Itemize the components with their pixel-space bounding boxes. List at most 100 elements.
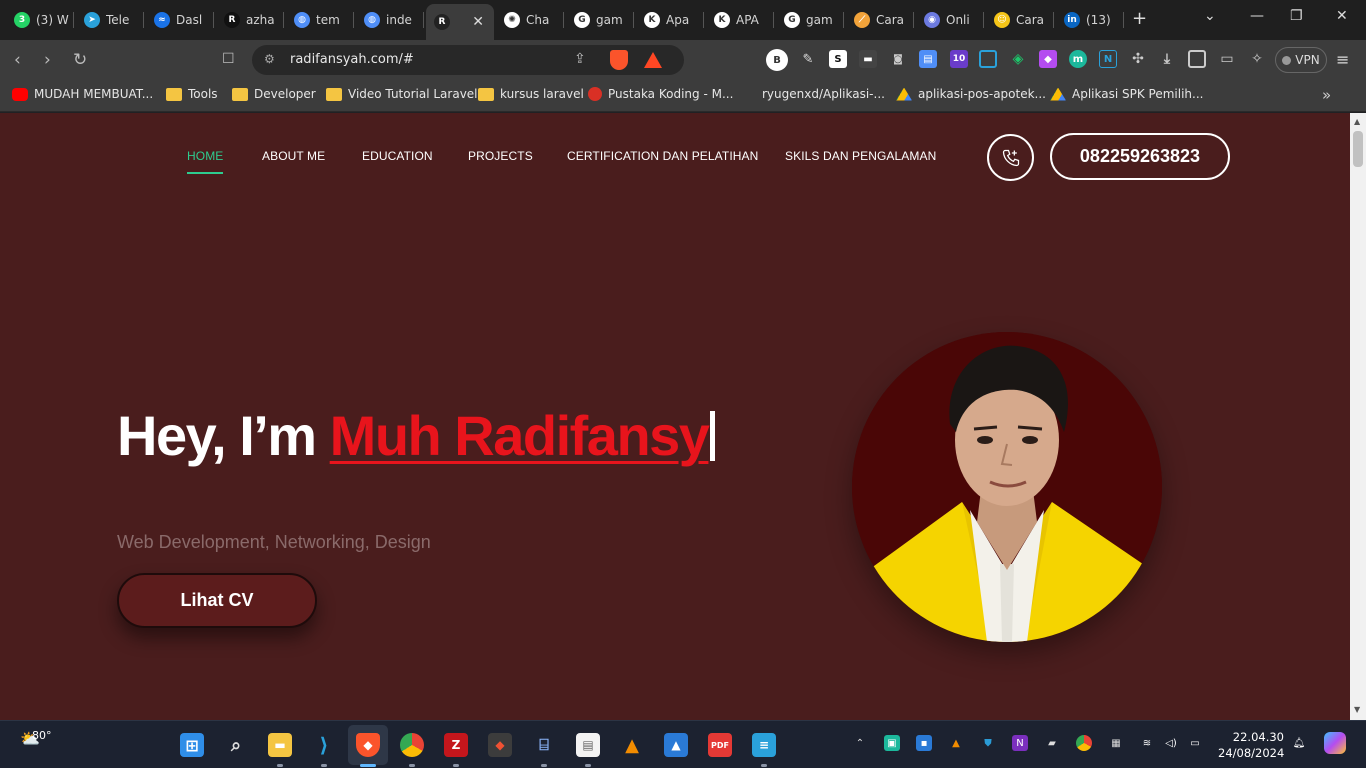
bookmark-item[interactable]: Tools [166, 87, 218, 101]
camera-extension-icon[interactable]: ◙ [889, 50, 907, 68]
share-icon[interactable]: ⇪ [574, 51, 586, 67]
leo-ai-icon[interactable]: ✧ [1248, 50, 1266, 68]
bookmark-item[interactable]: ryugenxd/Aplikasi-... [746, 87, 885, 101]
photos-icon[interactable]: ▲ [664, 733, 688, 757]
brave-rewards-icon[interactable] [644, 52, 662, 68]
scroll-down-arrow-icon[interactable]: ▼ [1354, 705, 1360, 714]
brave-browser-icon[interactable]: ◆ [356, 733, 380, 757]
browser-tab[interactable]: ⟋ Cara [846, 4, 914, 36]
more-bookmarks-chevron-icon[interactable]: » [1322, 86, 1331, 104]
phone-number-button[interactable]: 082259263823 [1050, 133, 1230, 180]
extensions-puzzle-icon[interactable]: ✣ [1129, 50, 1147, 68]
network-app-icon[interactable]: ⌸ [532, 733, 556, 757]
nav-link-about-me[interactable]: ABOUT ME [262, 149, 325, 163]
nav-link-education[interactable]: EDUCATION [362, 149, 433, 163]
new-tab-button[interactable]: + [1132, 8, 1147, 29]
windows-start-icon[interactable]: ⊞ [180, 733, 204, 757]
bookmark-item[interactable]: MUDAH MEMBUAT... [12, 87, 153, 101]
battery-icon[interactable]: ▭ [1187, 735, 1203, 751]
browser-tab[interactable]: ◍ inde [356, 4, 424, 36]
git-icon[interactable]: ◆ [488, 733, 512, 757]
filezilla-icon[interactable]: Z [444, 733, 468, 757]
screenshot-extension-icon[interactable] [979, 50, 997, 68]
close-window-button[interactable]: ✕ [1336, 8, 1348, 24]
browser-tab[interactable]: ☺ Cara [986, 4, 1054, 36]
bookmark-item[interactable]: kursus laravel [478, 87, 584, 101]
browser-tab[interactable]: ✺ Cha [496, 4, 564, 36]
purple-extension-icon[interactable]: ◆ [1039, 50, 1057, 68]
bookmark-item[interactable]: Aplikasi SPK Pemilih... [1050, 87, 1203, 101]
file-explorer-icon[interactable]: ▬ [268, 733, 292, 757]
tray-app-icon[interactable]: ▪ [916, 735, 932, 751]
onenote-tray-icon[interactable]: N [1012, 735, 1028, 751]
s-extension-icon[interactable]: S [829, 50, 847, 68]
browser-tab[interactable]: Ggam [776, 4, 844, 36]
phone-call-button[interactable] [987, 134, 1034, 181]
chrome-icon[interactable] [400, 733, 424, 757]
nav-link-skils-dan-pengalaman[interactable]: SKILS DAN PENGALAMAN [785, 149, 936, 163]
browser-tab[interactable]: ➤ Tele [76, 4, 144, 36]
browser-tab[interactable]: Razha [216, 4, 284, 36]
search-icon[interactable]: ⌕ [224, 733, 248, 757]
browser-tab[interactable]: ≈ Dasl [146, 4, 214, 36]
show-hidden-icons-chevron-icon[interactable]: ⌃ [852, 735, 868, 751]
nav-link-certification-dan-pelatihan[interactable]: CERTIFICATION DAN PELATIHAN [567, 149, 758, 163]
browser-tab[interactable]: K Apa [636, 4, 704, 36]
brave-shields-icon[interactable] [610, 50, 628, 70]
browser-tab[interactable]: 3 (3) W [6, 4, 74, 36]
profile-avatar[interactable]: B [766, 49, 788, 71]
browser-tab[interactable]: in (13) [1056, 4, 1124, 36]
m-extension-icon[interactable]: m [1069, 50, 1087, 68]
bookmark-item[interactable]: Developer [232, 87, 316, 101]
close-tab-icon[interactable]: ✕ [472, 14, 484, 30]
pdf-app-icon[interactable]: PDF [708, 733, 732, 757]
hat-extension-icon[interactable]: ▬ [859, 50, 877, 68]
minimize-button[interactable]: — [1250, 8, 1264, 24]
bookmark-item[interactable]: Video Tutorial Laravel [326, 87, 478, 101]
sidebar-toggle-icon[interactable] [1188, 50, 1206, 68]
weather-widget[interactable]: ⛅ 80° [20, 729, 52, 748]
docs-extension-icon[interactable]: ▤ [919, 50, 937, 68]
address-bar[interactable]: ⚙ radifansyah.com/# ⇪ [252, 45, 684, 75]
chrome-tray-icon[interactable] [1076, 735, 1092, 751]
restore-button[interactable]: ❐ [1290, 8, 1303, 24]
nav-link-home[interactable]: HOME [187, 149, 224, 174]
url-text[interactable]: radifansyah.com/# [290, 52, 414, 67]
vpn-button[interactable]: VPN [1275, 47, 1327, 73]
scrollbar-thumb[interactable] [1353, 131, 1363, 167]
page-scrollbar[interactable]: ▲ ▼ [1350, 113, 1366, 720]
lihat-cv-button[interactable]: Lihat CV [117, 573, 317, 628]
pen-extension-icon[interactable]: ✎ [799, 50, 817, 68]
browser-tab[interactable]: ◉ Onli [916, 4, 984, 36]
badge-extension-icon[interactable]: 10 [950, 50, 968, 68]
security-shield-icon[interactable]: ⛊ [980, 735, 996, 751]
reload-button[interactable]: ↻ [73, 50, 87, 70]
tray-app-icon[interactable]: ▦ [1108, 735, 1124, 751]
downloads-icon[interactable]: ⤓ [1158, 50, 1176, 68]
vlc-tray-icon[interactable]: ▲ [948, 735, 964, 751]
browser-tab[interactable]: K APA [706, 4, 774, 36]
tab-search-chevron-icon[interactable]: ⌄ [1204, 8, 1216, 24]
tray-app-icon[interactable]: ▰ [1044, 735, 1060, 751]
back-button[interactable]: ‹ [14, 50, 21, 70]
browser-tab[interactable]: Ggam [566, 4, 634, 36]
bookmark-item[interactable]: Pustaka Koding - M... [588, 87, 733, 101]
browser-tab[interactable]: ◍ tem [286, 4, 354, 36]
volume-icon[interactable]: ◁) [1163, 735, 1179, 751]
scroll-up-arrow-icon[interactable]: ▲ [1354, 117, 1360, 126]
vlc-icon[interactable]: ▲ [620, 733, 644, 757]
site-info-icon[interactable]: ⚙ [264, 52, 275, 66]
copilot-icon[interactable] [1324, 732, 1346, 754]
notepad-icon[interactable]: ▤ [576, 733, 600, 757]
main-menu-button[interactable]: ≡ [1336, 50, 1349, 69]
browser-tab[interactable]: R ✕ [426, 4, 494, 40]
notes-icon[interactable]: ≡ [752, 733, 776, 757]
bookmark-icon[interactable]: ☐ [222, 51, 235, 67]
notification-bell-icon[interactable]: 🔔︎ [1291, 735, 1307, 751]
vscode-icon[interactable]: ⟩ [312, 733, 336, 757]
wallet-icon[interactable]: ▭ [1218, 50, 1236, 68]
tray-app-icon[interactable]: ▣ [884, 735, 900, 751]
nav-link-projects[interactable]: PROJECTS [468, 149, 533, 163]
eye-extension-icon[interactable]: ◈ [1009, 50, 1027, 68]
system-clock[interactable]: 22.04.30 24/08/2024 [1218, 729, 1284, 761]
